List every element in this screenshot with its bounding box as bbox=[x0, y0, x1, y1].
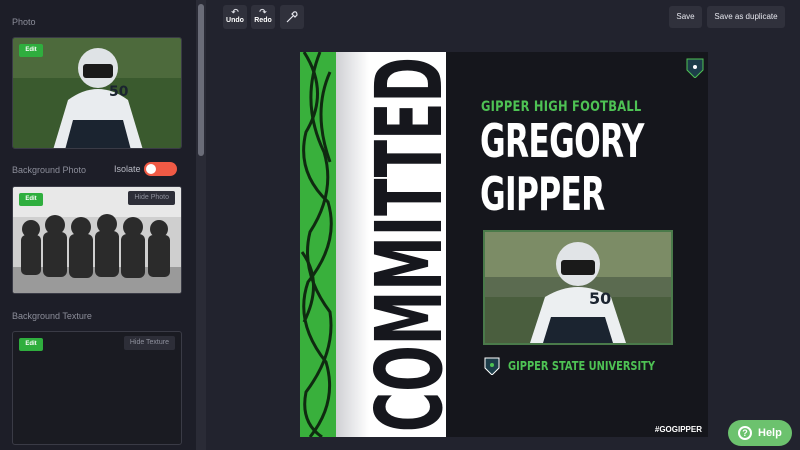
undo-button[interactable]: ↶ Undo bbox=[223, 5, 247, 29]
background-photo-edit-button[interactable]: Edit bbox=[19, 193, 43, 206]
redo-label: Redo bbox=[254, 17, 272, 24]
committed-vertical-title: COMMITTED bbox=[356, 57, 446, 432]
sidebar-scrollbar-thumb[interactable] bbox=[198, 4, 204, 156]
photo-jersey-number: 50 bbox=[589, 289, 611, 308]
committed-text: COMMITTED bbox=[356, 57, 446, 432]
photo-thumbnail[interactable]: 50 Edit bbox=[12, 37, 182, 149]
background-texture-thumbnail[interactable]: Edit Hide Texture bbox=[12, 331, 182, 445]
isolate-label: Isolate bbox=[114, 164, 141, 174]
save-as-duplicate-button[interactable]: Save as duplicate bbox=[707, 6, 785, 28]
eyedropper-button[interactable] bbox=[280, 5, 304, 29]
background-photo-thumbnail[interactable]: Edit Hide Photo bbox=[12, 186, 182, 294]
poster-canvas[interactable]: COMMITTED GIPPER HIGH FOOTBALL GREGORY G… bbox=[300, 52, 708, 437]
shield-logo-icon bbox=[686, 58, 704, 78]
hide-photo-button[interactable]: Hide Photo bbox=[128, 191, 175, 205]
redo-icon: ↷ bbox=[259, 7, 267, 17]
university-name: GIPPER STATE UNIVERSITY bbox=[508, 359, 656, 373]
undo-icon: ↶ bbox=[231, 7, 239, 17]
hashtag-text: #GOGIPPER bbox=[654, 425, 702, 434]
background-photo-label: Background Photo bbox=[12, 165, 87, 175]
save-button[interactable]: Save bbox=[669, 6, 702, 28]
player-last-name: GIPPER bbox=[480, 167, 605, 221]
help-label: Help bbox=[758, 427, 782, 439]
sidebar: Photo 50 Edit Background Photo Isolate E… bbox=[0, 0, 196, 450]
isolate-toggle[interactable] bbox=[144, 162, 177, 176]
player-photo-frame: 50 bbox=[483, 230, 673, 345]
undo-label: Undo bbox=[226, 17, 244, 24]
photo-edit-button[interactable]: Edit bbox=[19, 44, 43, 57]
redo-button[interactable]: ↷ Redo bbox=[251, 5, 275, 29]
green-marble-strip bbox=[300, 52, 336, 437]
help-button[interactable]: ? Help bbox=[728, 420, 792, 446]
eyedropper-icon bbox=[286, 11, 298, 23]
school-name: GIPPER HIGH FOOTBALL bbox=[481, 99, 642, 115]
player-photo: 50 bbox=[485, 232, 671, 343]
player-first-name: GREGORY bbox=[480, 114, 644, 168]
app: Photo 50 Edit Background Photo Isolate E… bbox=[0, 0, 800, 450]
texture-edit-button[interactable]: Edit bbox=[19, 338, 43, 351]
sidebar-scrollbar[interactable] bbox=[196, 0, 206, 450]
photo-section-label: Photo bbox=[12, 17, 36, 27]
university-shield-icon bbox=[484, 357, 500, 375]
hide-texture-button[interactable]: Hide Texture bbox=[123, 336, 175, 350]
background-texture-label: Background Texture bbox=[12, 311, 92, 321]
jersey-number-text: 50 bbox=[109, 84, 129, 100]
question-icon: ? bbox=[738, 426, 752, 440]
toggle-knob bbox=[146, 164, 156, 174]
